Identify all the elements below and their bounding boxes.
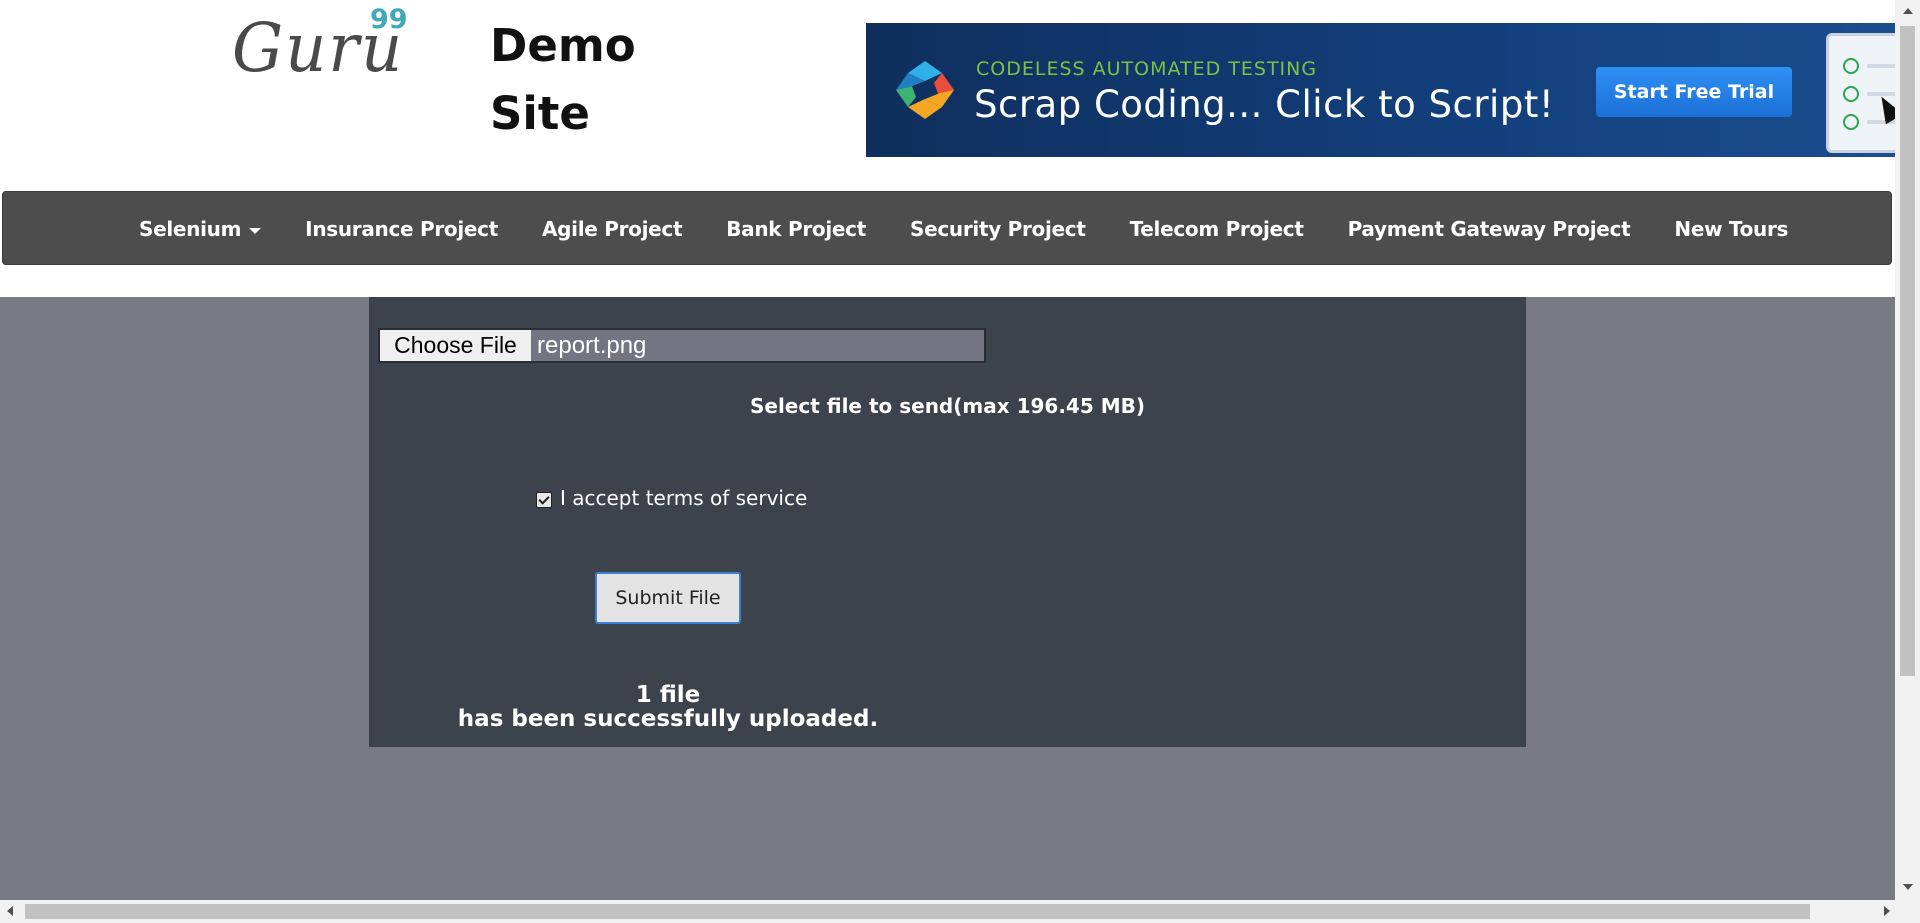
horizontal-scroll-thumb[interactable] (25, 904, 1810, 919)
result-count: 1 file (635, 682, 701, 708)
submit-file-button[interactable]: Submit File (595, 572, 741, 624)
ad-banner[interactable]: CODELESS AUTOMATED TESTING Scrap Coding.… (866, 23, 1896, 157)
logo-superscript: 99 (370, 4, 408, 35)
upload-panel (369, 297, 1526, 747)
site-title: Demo Site (490, 19, 636, 140)
file-input[interactable]: Choose File report.png (378, 328, 986, 363)
accept-terms-label[interactable]: I accept terms of service (560, 486, 807, 510)
brand-mark-icon (896, 61, 954, 119)
nav-item-label: Selenium (139, 217, 242, 241)
guru99-logo[interactable]: Guru 99 (232, 4, 412, 88)
terms-row: I accept terms of service (536, 486, 807, 510)
scroll-up-icon[interactable] (1903, 8, 1913, 14)
scroll-right-icon[interactable] (1884, 906, 1890, 916)
nav-item-bank-project[interactable]: Bank Project (704, 217, 888, 241)
vertical-scroll-thumb[interactable] (1900, 26, 1915, 676)
upload-result-message: 1 file has been successfully uploaded. (369, 683, 967, 731)
nav-item-new-tours[interactable]: New Tours (1652, 217, 1810, 241)
choose-file-button[interactable]: Choose File (380, 330, 532, 361)
selected-file-name: report.png (537, 332, 647, 359)
nav-item-security-project[interactable]: Security Project (888, 217, 1108, 241)
banner-headline: Scrap Coding... Click to Script! (974, 83, 1555, 126)
check-icon (1843, 86, 1859, 102)
horizontal-scrollbar[interactable] (0, 900, 1920, 923)
main-nav: Selenium Insurance Project Agile Project… (2, 191, 1892, 265)
banner-kicker: CODELESS AUTOMATED TESTING (976, 58, 1318, 80)
nav-item-insurance-project[interactable]: Insurance Project (283, 217, 520, 241)
placeholder-line (1867, 64, 1896, 68)
scroll-left-icon[interactable] (7, 906, 13, 916)
scroll-down-icon[interactable] (1903, 884, 1913, 890)
result-status: has been successfully uploaded. (457, 706, 879, 732)
caret-down-icon (249, 227, 262, 234)
nav-item-agile-project[interactable]: Agile Project (520, 217, 704, 241)
vertical-scrollbar[interactable] (1895, 0, 1920, 900)
accept-terms-checkbox[interactable] (536, 492, 552, 508)
check-icon (1843, 114, 1859, 130)
nav-item-selenium[interactable]: Selenium (117, 217, 283, 241)
start-free-trial-button[interactable]: Start Free Trial (1596, 67, 1792, 117)
upload-size-hint: Select file to send(max 196.45 MB) (749, 394, 1146, 418)
check-icon (1843, 58, 1859, 74)
nav-item-telecom-project[interactable]: Telecom Project (1108, 217, 1326, 241)
nav-item-payment-gateway-project[interactable]: Payment Gateway Project (1326, 217, 1653, 241)
